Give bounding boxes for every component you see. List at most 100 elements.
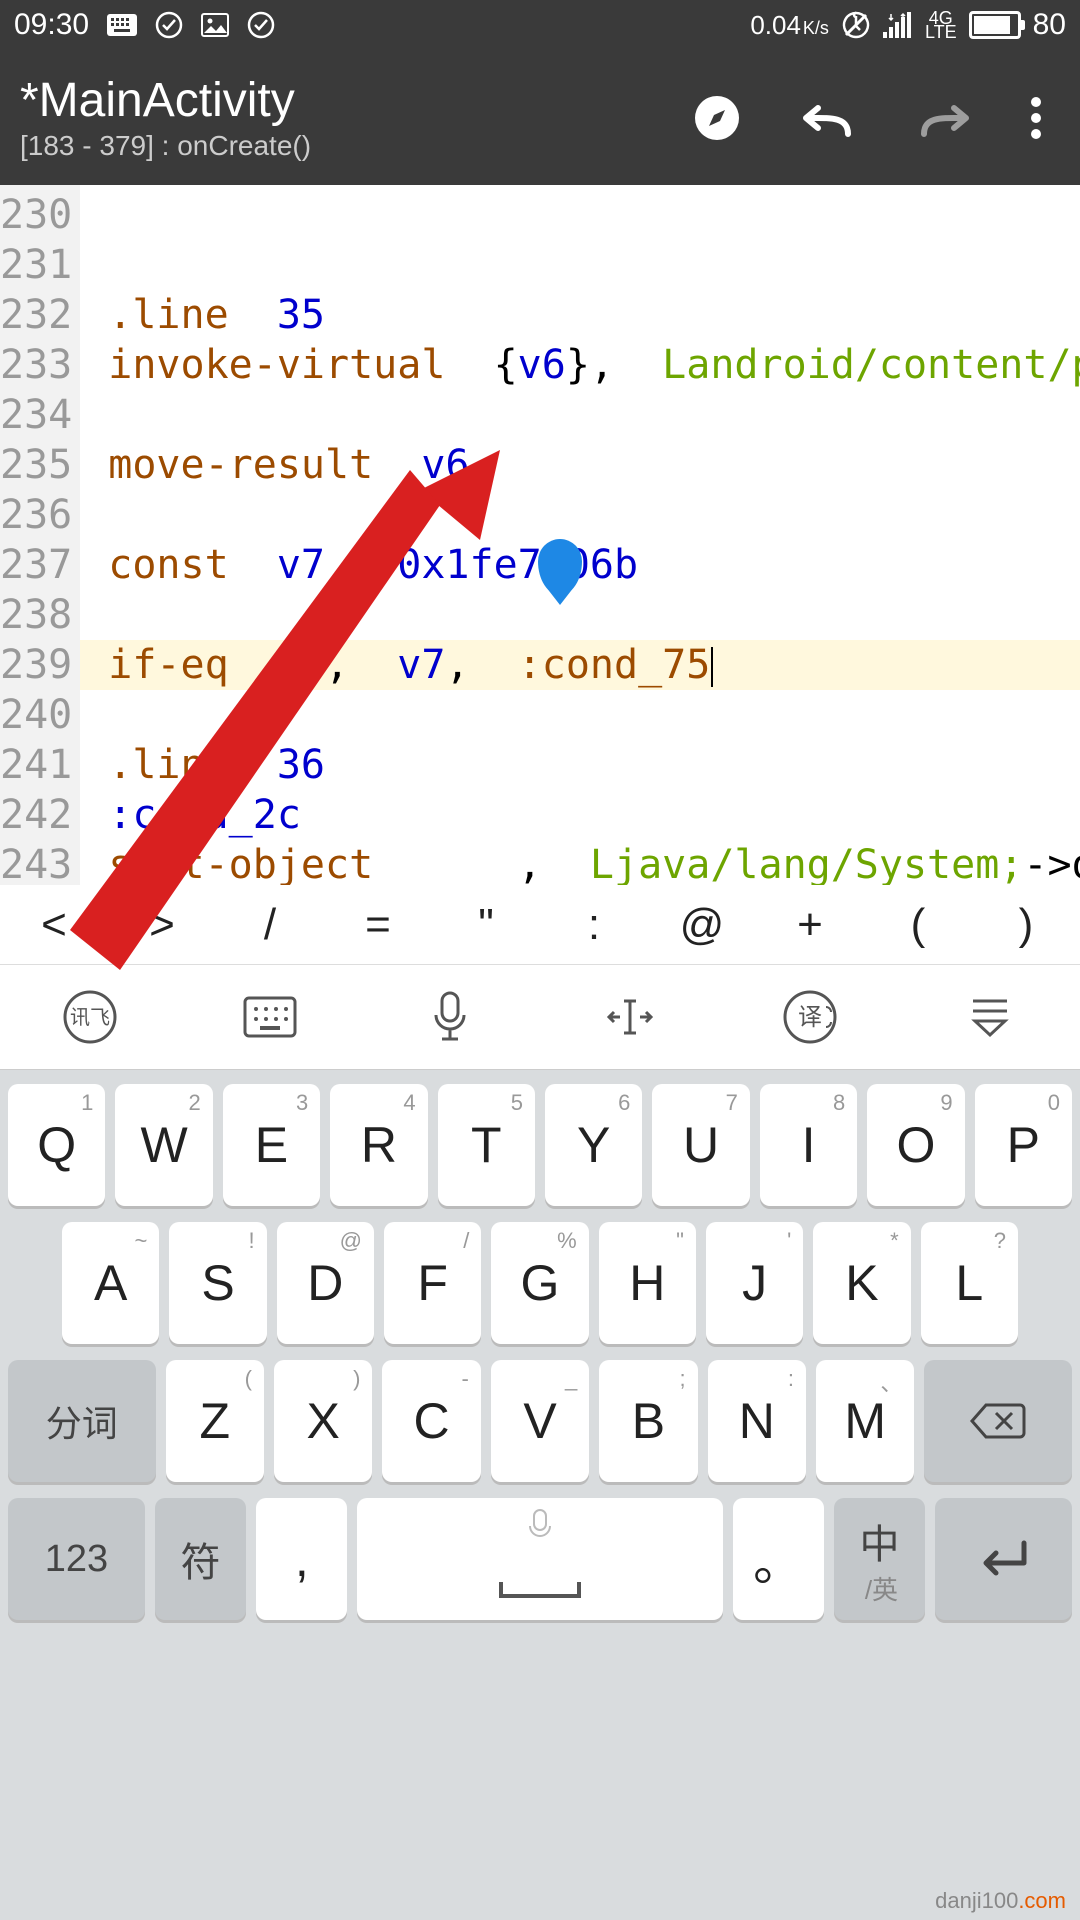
symbol-key[interactable]: + <box>756 900 864 950</box>
key-M[interactable]: 、M <box>816 1360 914 1482</box>
line-number: 243 <box>0 840 80 885</box>
code-line[interactable]: if-eq v6, v7, :cond_75 <box>80 640 1080 690</box>
battery-percent: 80 <box>1033 8 1066 42</box>
line-number: 235 <box>0 440 80 490</box>
key-Z[interactable]: (Z <box>166 1360 264 1482</box>
watermark: danji100.com <box>935 1888 1066 1914</box>
signal-icon <box>883 12 913 38</box>
key-G[interactable]: %G <box>491 1222 588 1344</box>
keyboard-status-icon <box>107 14 137 36</box>
image-icon <box>201 13 229 37</box>
symbol-key[interactable]: / <box>216 900 324 950</box>
undo-icon[interactable] <box>802 98 856 138</box>
line-number: 237 <box>0 540 80 590</box>
symbol-key[interactable]: ( <box>864 900 972 950</box>
soft-keyboard: 1Q2W3E4R5T6Y7U8I9O0P ~A!S@D/F%G"H'J*K?L … <box>0 1070 1080 1920</box>
key-E[interactable]: 3E <box>223 1084 320 1206</box>
line-number: 242 <box>0 790 80 840</box>
text-cursor <box>711 647 713 687</box>
enter-key[interactable] <box>935 1498 1072 1620</box>
key-S[interactable]: !S <box>169 1222 266 1344</box>
key-D[interactable]: @D <box>277 1222 374 1344</box>
ime-cursor-icon[interactable] <box>602 989 658 1045</box>
more-icon[interactable] <box>1030 96 1042 140</box>
file-title: *MainActivity <box>20 73 692 128</box>
key-Y[interactable]: 6Y <box>545 1084 642 1206</box>
status-bar: 09:30 0.04K/s 4GLTE 80 <box>0 0 1080 50</box>
period-key[interactable]: 。 <box>733 1498 824 1620</box>
line-number: 233 <box>0 340 80 390</box>
code-line[interactable]: sget-object , Ljava/lang/System;->out:Lj… <box>108 840 1080 885</box>
numbers-key[interactable]: 123 <box>8 1498 145 1620</box>
code-line[interactable]: const v7, 0x1fe7206b <box>108 540 1080 590</box>
ime-collapse-icon[interactable] <box>962 989 1018 1045</box>
symbol-key[interactable]: : <box>540 900 648 950</box>
space-key[interactable] <box>357 1498 722 1620</box>
symbol-shortcut-row: <>/=":@+() <box>0 885 1080 965</box>
code-line[interactable] <box>108 590 1080 640</box>
symbol-key[interactable]: ) <box>972 900 1080 950</box>
key-T[interactable]: 5T <box>438 1084 535 1206</box>
compass-icon[interactable] <box>692 93 742 143</box>
code-line[interactable]: move-result v6 <box>108 440 1080 490</box>
key-O[interactable]: 9O <box>867 1084 964 1206</box>
code-line[interactable]: invoke-virtual {v6}, Landroid/content/pm… <box>108 340 1080 390</box>
status-time: 09:30 <box>14 8 89 42</box>
key-L[interactable]: ?L <box>921 1222 1018 1344</box>
check-circle-icon <box>155 11 183 39</box>
key-N[interactable]: :N <box>708 1360 806 1482</box>
network-type: 4GLTE <box>925 11 957 39</box>
key-U[interactable]: 7U <box>652 1084 749 1206</box>
backspace-key[interactable] <box>924 1360 1072 1482</box>
code-line[interactable] <box>108 390 1080 440</box>
code-line[interactable]: .line 35 <box>108 290 1080 340</box>
code-content[interactable]: .line 35invoke-virtual {v6}, Landroid/co… <box>80 185 1080 885</box>
key-A[interactable]: ~A <box>62 1222 159 1344</box>
symbol-key[interactable]: = <box>324 900 432 950</box>
key-K[interactable]: *K <box>813 1222 910 1344</box>
key-H[interactable]: "H <box>599 1222 696 1344</box>
ime-brand-icon[interactable]: 讯飞 <box>62 989 118 1045</box>
symbol-key[interactable]: @ <box>648 900 756 950</box>
ime-translate-icon[interactable]: 译 <box>782 989 838 1045</box>
code-line[interactable]: .line 36 <box>108 740 1080 790</box>
line-number: 231 <box>0 240 80 290</box>
key-V[interactable]: _V <box>491 1360 589 1482</box>
symbol-key[interactable]: < <box>0 900 108 950</box>
symbols-key[interactable]: 符 <box>155 1498 246 1620</box>
key-W[interactable]: 2W <box>115 1084 212 1206</box>
code-line[interactable]: :cond_2c <box>108 790 1080 840</box>
key-R[interactable]: 4R <box>330 1084 427 1206</box>
line-number: 234 <box>0 390 80 440</box>
app-toolbar: *MainActivity [183 - 379] : onCreate() <box>0 50 1080 185</box>
line-gutter: 2302312322332342352362372382392402412422… <box>0 185 80 885</box>
language-key[interactable]: 中/英 <box>834 1498 925 1620</box>
key-J[interactable]: 'J <box>706 1222 803 1344</box>
line-number: 241 <box>0 740 80 790</box>
ime-toolbar: 讯飞 译 <box>0 965 1080 1070</box>
symbol-key[interactable]: " <box>432 900 540 950</box>
line-number: 236 <box>0 490 80 540</box>
key-Q[interactable]: 1Q <box>8 1084 105 1206</box>
svg-text:译: 译 <box>798 1004 822 1031</box>
svg-text:讯飞: 讯飞 <box>70 1006 110 1029</box>
comma-key[interactable]: , <box>256 1498 347 1620</box>
ime-mic-icon[interactable] <box>422 989 478 1045</box>
key-I[interactable]: 8I <box>760 1084 857 1206</box>
key-X[interactable]: )X <box>274 1360 372 1482</box>
key-C[interactable]: -C <box>382 1360 480 1482</box>
redo-icon[interactable] <box>916 98 970 138</box>
code-line[interactable] <box>108 490 1080 540</box>
symbol-key[interactable]: > <box>108 900 216 950</box>
file-subtitle: [183 - 379] : onCreate() <box>20 130 692 162</box>
network-speed: 0.04K/s <box>750 10 829 41</box>
ime-keyboard-icon[interactable] <box>242 989 298 1045</box>
code-editor[interactable]: 2302312322332342352362372382392402412422… <box>0 185 1080 885</box>
key-B[interactable]: ;B <box>599 1360 697 1482</box>
line-number: 239 <box>0 640 80 690</box>
battery-icon <box>969 11 1021 39</box>
key-P[interactable]: 0P <box>975 1084 1072 1206</box>
code-line[interactable] <box>108 690 1080 740</box>
key-F[interactable]: /F <box>384 1222 481 1344</box>
segment-key[interactable]: 分词 <box>8 1360 156 1482</box>
